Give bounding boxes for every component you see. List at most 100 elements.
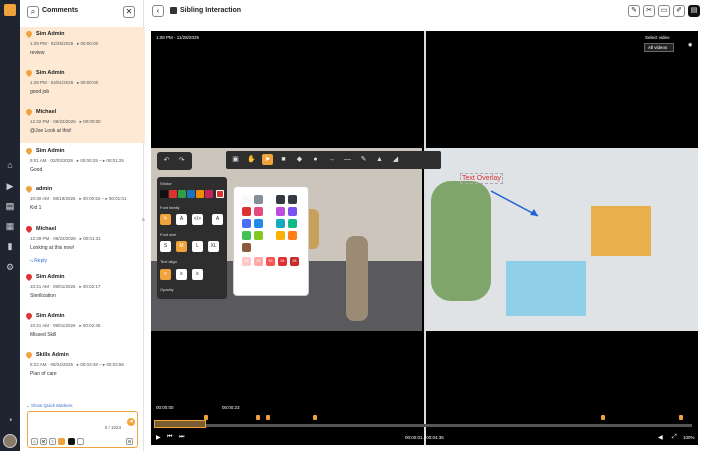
stroke-color-swatch[interactable]	[187, 190, 195, 198]
timeline-marker[interactable]	[601, 415, 605, 420]
size-xl-button[interactable]: XL	[208, 241, 219, 252]
palette-shade-swatch[interactable]: 93	[266, 257, 275, 266]
settings-icon[interactable]: ⚙	[126, 438, 133, 445]
library-icon[interactable]: ▤	[5, 201, 15, 211]
timeline[interactable]	[156, 424, 692, 427]
comment-composer[interactable]: 0 / 1024 ➜ ☺ ⌘ ≡ ⚙	[27, 411, 138, 448]
palette-color-swatch[interactable]	[242, 219, 251, 228]
comment-range[interactable]: ▸ 00:00:00	[80, 119, 101, 124]
pointer-icon[interactable]: ➤	[262, 154, 273, 165]
palette-color-swatch[interactable]	[254, 219, 263, 228]
size-m-button[interactable]: M	[176, 241, 187, 252]
video-icon[interactable]: ▶	[5, 181, 15, 191]
home-icon[interactable]: ⌂	[5, 160, 15, 170]
comment-range[interactable]: ▸ 00:00:00	[77, 80, 98, 85]
palette-shade-swatch[interactable]: 91	[242, 257, 251, 266]
comment-range[interactable]: ▸ 00:00:00	[77, 41, 98, 46]
palette-color-swatch[interactable]	[288, 219, 297, 228]
comment-range[interactable]: ▸ 00:00:52 – ▸ 00:01:01	[79, 196, 126, 201]
attach-icon[interactable]: ⌘	[40, 438, 47, 445]
marker-dark-icon[interactable]	[68, 438, 75, 445]
current-stroke-swatch[interactable]	[216, 190, 224, 198]
font-code-button[interactable]: </>	[192, 214, 203, 225]
font-hand-button[interactable]: ✎	[160, 214, 171, 225]
redo-icon[interactable]: ↷	[176, 155, 187, 166]
avatar[interactable]	[3, 434, 17, 448]
logo-icon[interactable]	[4, 4, 16, 16]
edit-button[interactable]: ✎	[628, 5, 640, 17]
analytics-icon[interactable]: ▮	[5, 241, 15, 251]
volume-icon[interactable]: ◀	[658, 434, 663, 441]
palette-color-swatch[interactable]	[288, 207, 297, 216]
palette-color-swatch[interactable]	[254, 195, 263, 204]
skip-end-icon[interactable]: ⏭	[179, 434, 184, 441]
align-center-button[interactable]: ≡	[176, 269, 187, 280]
timeline-marker[interactable]	[204, 415, 208, 420]
diamond-icon[interactable]: ◆	[294, 154, 305, 165]
palette-color-swatch[interactable]	[242, 195, 251, 204]
stroke-color-swatch[interactable]	[196, 190, 204, 198]
circle-icon[interactable]: ●	[310, 154, 321, 165]
text-overlay-annotation[interactable]: Text Overlay	[460, 173, 503, 184]
font-serif-button[interactable]: A	[212, 214, 223, 225]
comment-range[interactable]: ▸ 00:02:17	[79, 284, 100, 289]
palette-color-swatch[interactable]	[288, 231, 297, 240]
send-button[interactable]: ➜	[127, 418, 135, 426]
palette-color-swatch[interactable]	[276, 207, 285, 216]
palette-color-swatch[interactable]	[276, 231, 285, 240]
timeline-marker[interactable]	[256, 415, 260, 420]
skip-start-icon[interactable]: ⏮	[167, 434, 172, 441]
timeline-selection[interactable]	[154, 420, 206, 428]
text-icon[interactable]: ▲	[374, 154, 385, 165]
comment-button[interactable]: ▭	[658, 5, 670, 17]
eye-icon[interactable]: ◉	[688, 42, 692, 48]
video-right[interactable]: Text Overlay	[426, 31, 698, 331]
palette-color-swatch[interactable]	[242, 243, 251, 252]
video-select[interactable]: All videos	[644, 43, 674, 52]
play-icon[interactable]: ▶	[156, 434, 161, 441]
palette-shade-swatch[interactable]: 92	[254, 257, 263, 266]
font-normal-button[interactable]: A	[176, 214, 187, 225]
palette-color-swatch[interactable]	[276, 195, 285, 204]
timeline-marker[interactable]	[266, 415, 270, 420]
bell-icon[interactable]: ◔	[5, 415, 15, 425]
comment-range[interactable]: ▸ 00:00:25 – ▸ 00:01:25	[77, 158, 124, 163]
stroke-color-swatch[interactable]	[178, 190, 186, 198]
show-quick-markers[interactable]: ⌄ Show Quick Markers	[26, 403, 73, 409]
palette-color-swatch[interactable]	[288, 195, 297, 204]
comments-toggle-button[interactable]: ▤	[688, 5, 700, 17]
back-button[interactable]: ‹	[152, 5, 164, 17]
palette-color-swatch[interactable]	[254, 207, 263, 216]
rectangle-icon[interactable]: ■	[278, 154, 289, 165]
stroke-color-swatch[interactable]	[169, 190, 177, 198]
trim-button[interactable]: ✂	[643, 5, 655, 17]
comment-range[interactable]: ▸ 00:02:45	[79, 323, 100, 328]
align-right-button[interactable]: ≡	[192, 269, 203, 280]
arrow-annotation[interactable]	[486, 186, 546, 226]
size-s-button[interactable]: S	[160, 241, 171, 252]
lock-icon[interactable]: ▣	[230, 154, 241, 165]
video-player[interactable]: 1:08 PM - 11/28/2025 Text Overlay Select…	[151, 31, 698, 445]
annotate-button[interactable]: ✐	[673, 5, 685, 17]
hand-icon[interactable]: ✋	[246, 154, 257, 165]
line-icon[interactable]: —	[342, 154, 353, 165]
undo-icon[interactable]: ↶	[161, 155, 172, 166]
marker-outline-icon[interactable]	[77, 438, 84, 445]
stroke-color-swatch[interactable]	[205, 190, 213, 198]
palette-color-swatch[interactable]	[242, 231, 251, 240]
close-button[interactable]: ✕	[123, 6, 135, 18]
eraser-icon[interactable]: ◢	[390, 154, 401, 165]
comment-range[interactable]: ▸ 00:01:31	[80, 236, 101, 241]
fullscreen-icon[interactable]: ⤢	[672, 434, 677, 441]
palette-color-swatch[interactable]	[276, 219, 285, 228]
timeline-marker[interactable]	[679, 415, 683, 420]
reply-link[interactable]: ⤷ Reply	[30, 258, 47, 264]
timeline-marker[interactable]	[313, 415, 317, 420]
stroke-color-swatch[interactable]	[160, 190, 168, 198]
marker-orange-icon[interactable]	[58, 438, 65, 445]
list-icon[interactable]: ≡	[49, 438, 56, 445]
comment-range[interactable]: ▸ 00:03:48 – ▸ 00:03:56	[77, 362, 124, 367]
calendar-icon[interactable]: ▦	[5, 221, 15, 231]
palette-color-swatch[interactable]	[242, 207, 251, 216]
arrow-icon[interactable]: →	[326, 154, 337, 165]
